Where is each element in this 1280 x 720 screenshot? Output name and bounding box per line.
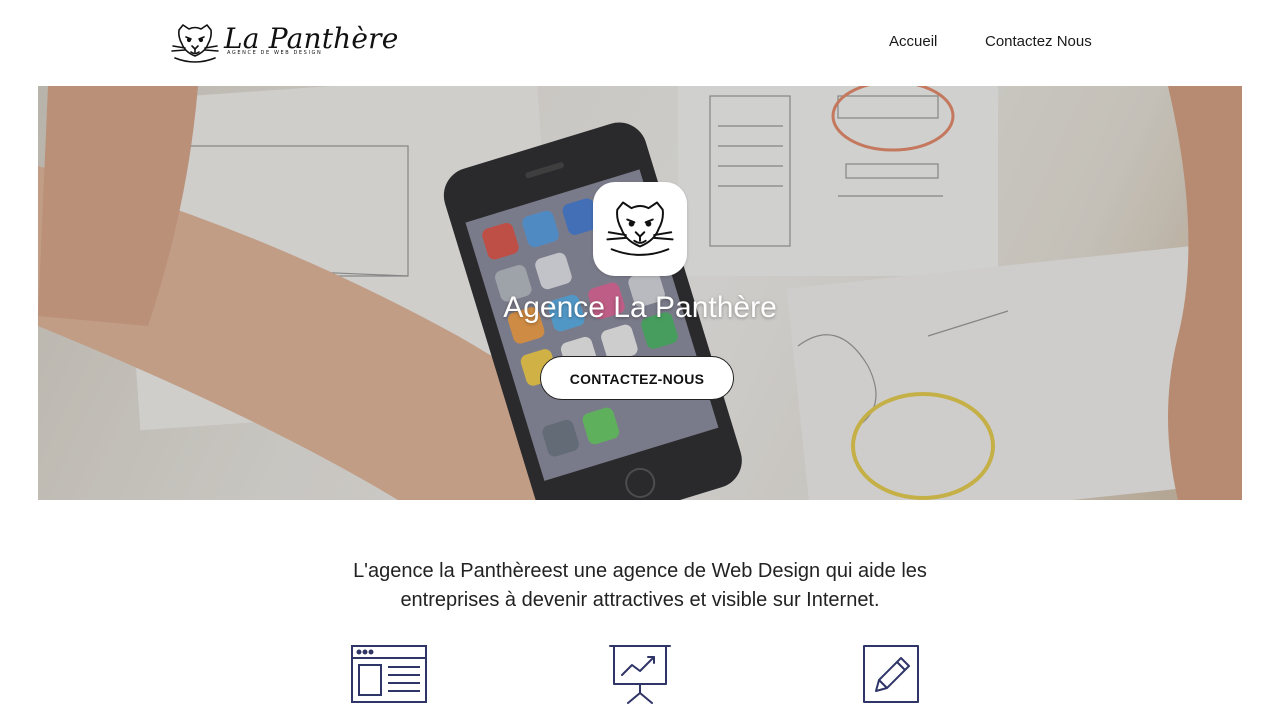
web-layout-icon bbox=[351, 645, 427, 703]
hero-banner: Agence La Panthère CONTACTEZ-NOUS bbox=[38, 86, 1242, 500]
nav-link-accueil[interactable]: Accueil bbox=[889, 33, 937, 50]
panther-head-icon bbox=[606, 201, 674, 256]
hero-title: Agence La Panthère bbox=[503, 291, 777, 324]
intro-text: L'agence la Panthèreest une agence de We… bbox=[353, 560, 927, 611]
site-header: La Panthère AGENCE DE WEB DESIGN Accueil… bbox=[0, 0, 1280, 86]
site-logo[interactable]: La Panthère AGENCE DE WEB DESIGN bbox=[171, 22, 398, 66]
nav-link-contactez-nous[interactable]: Contactez Nous bbox=[985, 33, 1092, 50]
presentation-chart-icon bbox=[609, 645, 671, 704]
panther-head-icon bbox=[171, 24, 219, 63]
pencil-edit-icon bbox=[863, 645, 919, 703]
hero-logo bbox=[593, 182, 687, 276]
contact-cta-button[interactable]: CONTACTEZ-NOUS bbox=[540, 356, 734, 400]
brand-tagline: AGENCE DE WEB DESIGN bbox=[227, 50, 323, 56]
